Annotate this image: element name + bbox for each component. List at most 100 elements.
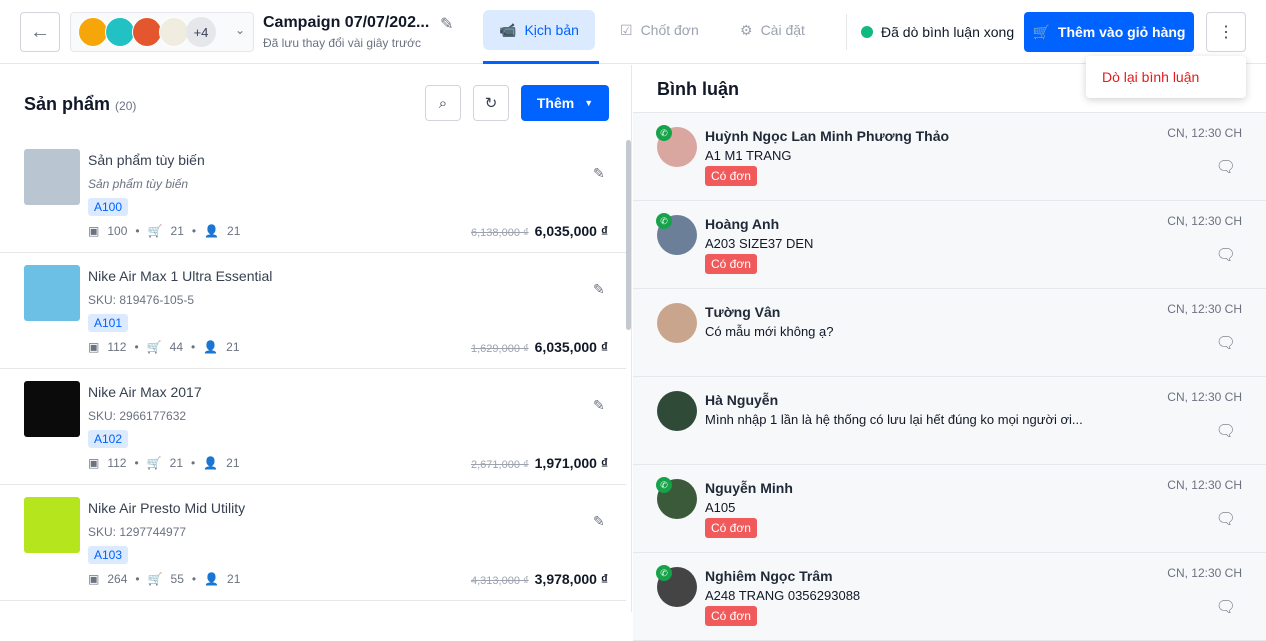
page-avatar bbox=[132, 17, 162, 47]
user-check-icon: 👤 bbox=[204, 224, 220, 238]
buyer-count: 21 bbox=[226, 340, 240, 354]
cart-count: 44 bbox=[169, 340, 183, 354]
scrollbar[interactable] bbox=[626, 140, 631, 330]
cart-icon: 🛒 bbox=[147, 224, 163, 238]
edit-product-button[interactable]: ✎ bbox=[593, 397, 605, 414]
products-panel: Sản phẩm (20) ⌕ ↻ Thêm ▼ Sản phẩm tùy biế… bbox=[0, 65, 632, 612]
commenter-name: Nguyễn Minh bbox=[705, 480, 793, 496]
original-price: 6,138,000 ₫ bbox=[471, 227, 529, 239]
cart-icon: 🛒 bbox=[146, 340, 162, 354]
reply-icon[interactable]: 🗨 bbox=[1216, 157, 1236, 177]
product-item[interactable]: Nike Air Max 2017 SKU: 2966177632 A102 ▣… bbox=[0, 369, 626, 485]
user-check-icon: 👤 bbox=[203, 456, 219, 470]
products-title-text: Sản phẩm bbox=[24, 94, 111, 114]
refresh-button[interactable]: ↻ bbox=[473, 85, 509, 121]
gear-icon: ⚙ bbox=[740, 21, 753, 38]
status-dot bbox=[861, 26, 873, 38]
comment-time: CN, 12:30 CH bbox=[1167, 214, 1242, 228]
caret-down-icon: ▼ bbox=[584, 98, 594, 108]
edit-product-button[interactable]: ✎ bbox=[593, 281, 605, 298]
product-code-tag: A102 bbox=[88, 430, 129, 448]
reply-icon[interactable]: 🗨 bbox=[1216, 597, 1236, 617]
more-pages-count: +4 bbox=[186, 17, 216, 47]
stock-count: 112 bbox=[107, 340, 127, 354]
tab-script[interactable]: 📹 Kịch bản bbox=[483, 10, 595, 50]
edit-product-button[interactable]: ✎ bbox=[593, 513, 605, 530]
add-label: Thêm bbox=[536, 95, 575, 111]
buyer-count: 21 bbox=[226, 456, 240, 470]
commenter-name: Huỳnh Ngọc Lan Minh Phương Thảo bbox=[705, 128, 950, 144]
commenter-name: Hoàng Anh bbox=[705, 216, 780, 232]
user-check-icon: 👤 bbox=[204, 572, 220, 586]
reply-icon[interactable]: 🗨 bbox=[1216, 509, 1236, 529]
product-name: Nike Air Presto Mid Utility bbox=[88, 500, 246, 516]
comment-item[interactable]: ✆ Nguyễn Minh A105 Có đơn CN, 12:30 CH 🗨 bbox=[633, 465, 1266, 553]
tab-label: Kịch bản bbox=[524, 22, 579, 38]
user-check-icon: 👤 bbox=[203, 340, 219, 354]
sale-price: 6,035,000 ₫ bbox=[534, 339, 608, 355]
comment-time: CN, 12:30 CH bbox=[1167, 478, 1242, 492]
rescan-comments-menu-item[interactable]: Dò lại bình luận bbox=[1086, 56, 1246, 98]
tab-label: Chốt đơn bbox=[640, 22, 699, 38]
cart-icon: 🛒 bbox=[1032, 23, 1050, 40]
original-price: 4,313,000 ₫ bbox=[471, 575, 529, 587]
product-item[interactable]: Nike Air Presto Mid Utility SKU: 1297744… bbox=[0, 485, 626, 601]
product-image bbox=[24, 497, 80, 553]
edit-title-button[interactable]: ✎ bbox=[440, 14, 453, 34]
add-to-cart-button[interactable]: 🛒 Thêm vào giỏ hàng bbox=[1024, 12, 1194, 52]
reply-icon[interactable]: 🗨 bbox=[1216, 333, 1236, 353]
product-code-tag: A101 bbox=[88, 314, 129, 332]
more-options-button[interactable]: ⋮ bbox=[1206, 12, 1246, 52]
product-item[interactable]: Nike Air Max 1 Ultra Essential SKU: 8194… bbox=[0, 253, 626, 369]
add-product-button[interactable]: Thêm ▼ bbox=[521, 85, 609, 121]
edit-product-button[interactable]: ✎ bbox=[593, 165, 605, 182]
back-button[interactable]: ← bbox=[20, 12, 60, 52]
comment-item[interactable]: ✆ Nghiêm Ngọc Trâm A248 TRANG 0356293088… bbox=[633, 553, 1266, 641]
cart-icon: 🛒 bbox=[146, 456, 162, 470]
product-sku: SKU: 1297744977 bbox=[88, 525, 187, 539]
comment-item[interactable]: ✆ Huỳnh Ngọc Lan Minh Phương Thảo A1 M1 … bbox=[633, 113, 1266, 201]
comment-item[interactable]: Tường Vân Có mẫu mới không ạ? CN, 12:30 … bbox=[633, 289, 1266, 377]
sale-price: 6,035,000 ₫ bbox=[534, 223, 608, 239]
comments-panel: Bình luận ✆ Huỳnh Ngọc Lan Minh Phương T… bbox=[633, 65, 1266, 641]
comment-time: CN, 12:30 CH bbox=[1167, 390, 1242, 404]
tab-settings[interactable]: ⚙ Cài đặt bbox=[724, 10, 821, 50]
search-button[interactable]: ⌕ bbox=[425, 85, 461, 121]
page-selector[interactable]: +4 ⌄ bbox=[70, 12, 254, 52]
cart-count: 21 bbox=[169, 456, 183, 470]
divider bbox=[846, 14, 847, 50]
product-image bbox=[24, 149, 80, 205]
commenter-name: Nghiêm Ngọc Trâm bbox=[705, 568, 833, 584]
comment-item[interactable]: ✆ Hoàng Anh A203 SIZE37 DEN Có đơn CN, 1… bbox=[633, 201, 1266, 289]
comment-time: CN, 12:30 CH bbox=[1167, 302, 1242, 316]
order-badge: Có đơn bbox=[705, 254, 757, 274]
buyer-count: 21 bbox=[227, 572, 241, 586]
product-sku: SKU: 2966177632 bbox=[88, 409, 187, 423]
comment-text: A248 TRANG 0356293088 bbox=[705, 588, 861, 603]
scan-status-text: Đã dò bình luận xong bbox=[881, 24, 1015, 40]
page-avatar bbox=[159, 17, 189, 47]
products-title: Sản phẩm (20) bbox=[24, 94, 136, 115]
checklist-icon: ☑ bbox=[620, 21, 633, 38]
product-code-tag: A103 bbox=[88, 546, 129, 564]
box-icon: ▣ bbox=[88, 340, 100, 354]
reply-icon[interactable]: 🗨 bbox=[1216, 421, 1236, 441]
page-avatar bbox=[78, 17, 108, 47]
product-image bbox=[24, 381, 80, 437]
product-sku: Sản phẩm tùy biến bbox=[88, 177, 189, 191]
stock-count: 112 bbox=[107, 456, 127, 470]
phone-icon: ✆ bbox=[656, 565, 672, 581]
save-status: Đã lưu thay đổi vài giây trước bbox=[263, 36, 421, 50]
box-icon: ▣ bbox=[88, 456, 100, 470]
comment-text: Mình nhập 1 lần là hệ thống có lưu lại h… bbox=[705, 412, 1083, 427]
tab-label: Cài đặt bbox=[760, 22, 805, 38]
product-item[interactable]: Sản phẩm tùy biến Sản phẩm tùy biến A100… bbox=[0, 137, 626, 253]
product-stats: ▣ 100 • 🛒 21 • 👤 21 bbox=[88, 224, 241, 238]
product-name: Nike Air Max 2017 bbox=[88, 384, 202, 400]
product-sku: SKU: 819476-105-5 bbox=[88, 293, 195, 307]
refresh-icon: ↻ bbox=[484, 95, 498, 112]
buyer-count: 21 bbox=[227, 224, 241, 238]
tab-orders[interactable]: ☑ Chốt đơn bbox=[604, 10, 715, 50]
reply-icon[interactable]: 🗨 bbox=[1216, 245, 1236, 265]
comment-item[interactable]: Hà Nguyễn Mình nhập 1 lần là hệ thống có… bbox=[633, 377, 1266, 465]
